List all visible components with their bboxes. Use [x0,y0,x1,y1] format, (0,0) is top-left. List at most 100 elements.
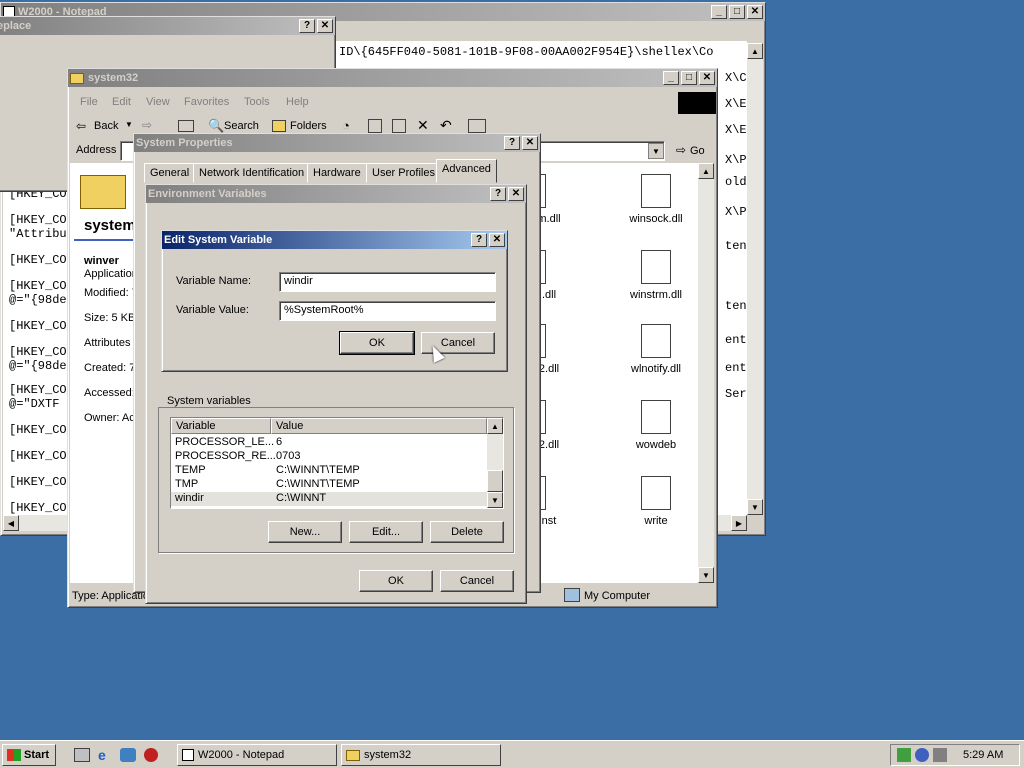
variable-name-field[interactable]: windir [279,272,496,292]
folders-button[interactable]: Folders [290,120,327,132]
minimize-button[interactable]: _ [663,71,679,85]
file-list-vscrollbar[interactable] [698,163,714,583]
notepad-line: "Attribu [9,227,67,241]
table-row[interactable]: PROCESSOR_RE... 0703 [171,450,487,464]
help-button[interactable]: ? [504,136,520,150]
explorer-title: system32 [88,72,139,84]
history-icon[interactable]: ◔ [342,118,350,133]
menu-item-favorites[interactable]: Favorites [184,96,229,108]
menu-item-tools[interactable]: Tools [244,96,270,108]
scroll-up-arrow[interactable]: ▲ [487,418,503,434]
environment-variables-titlebar[interactable]: Environment Variables ? ✕ [146,185,526,203]
notepad-vscrollbar[interactable] [747,43,763,515]
tab-network-identification[interactable]: Network Identification [193,163,311,183]
scroll-right-arrow[interactable]: ▶ [731,515,747,531]
scroll-down-arrow[interactable]: ▼ [487,492,503,508]
search-button[interactable]: Search [224,120,259,132]
new-variable-button[interactable]: New... [268,521,342,543]
edit-system-variable-dialog[interactable]: Edit System Variable ? ✕ Variable Name: … [161,230,508,372]
table-row[interactable]: PROCESSOR_LE... 6 [171,436,487,450]
undo-icon[interactable]: ↶ [440,117,452,134]
go-button[interactable]: Go [690,145,705,157]
edit-system-variable-titlebar[interactable]: Edit System Variable ? ✕ [162,231,507,249]
ok-button[interactable]: OK [339,331,415,355]
menu-item-file[interactable]: File [80,96,98,108]
quicklaunch-show-desktop-icon[interactable] [74,748,90,762]
system-variables-list[interactable]: Variable Value PROCESSOR_LE... 6 PROCESSOR… [170,417,504,509]
column-header-variable[interactable]: Variable [171,418,271,434]
tab-hardware[interactable]: Hardware [307,163,367,183]
help-button[interactable]: ? [471,233,487,247]
column-header-value[interactable]: Value [271,418,487,434]
help-button[interactable]: ? [299,19,315,33]
help-button[interactable]: ? [490,187,506,201]
notepad-line: @="{98de [9,359,67,373]
scroll-thumb[interactable] [487,470,503,492]
close-button[interactable]: ✕ [508,187,524,201]
close-button[interactable]: ✕ [747,5,763,19]
scroll-up-arrow[interactable]: ▲ [747,43,763,59]
close-button[interactable]: ✕ [489,233,505,247]
scroll-down-arrow[interactable]: ▼ [747,499,763,515]
scroll-left-arrow[interactable]: ◀ [3,515,19,531]
value-cell: C:\WINNT\TEMP [276,464,360,476]
cancel-button[interactable]: Cancel [440,570,514,592]
table-row[interactable]: windir C:\WINNT [171,492,487,506]
chevron-down-icon[interactable]: ▼ [125,120,133,129]
task-system32[interactable]: system32 [341,744,501,766]
up-folder-icon[interactable] [178,120,194,132]
system-properties-titlebar[interactable]: System Properties ? ✕ [134,134,540,152]
system-variables-label: System variables [165,395,253,407]
file-icon[interactable] [641,174,671,208]
tab-advanced[interactable]: Advanced [436,159,497,183]
scroll-down-arrow[interactable]: ▼ [698,567,714,583]
close-button[interactable]: ✕ [699,71,715,85]
maximize-button[interactable]: □ [729,5,745,19]
file-name-label[interactable]: write [611,515,701,527]
views-icon[interactable] [468,119,486,133]
file-name-label[interactable]: wlnotify.dll [611,363,701,375]
forward-arrow-icon[interactable]: ⇨ [142,118,152,132]
quicklaunch-ie-icon[interactable]: e [98,747,106,763]
file-icon[interactable] [641,476,671,510]
back-button[interactable]: Back [94,120,118,132]
clock[interactable]: 5:29 AM [963,749,1003,761]
task-notepad[interactable]: W2000 - Notepad [177,744,337,766]
file-name-label[interactable]: wowdeb [611,439,701,451]
delete-variable-button[interactable]: Delete [430,521,504,543]
network-tray-icon[interactable] [897,748,911,762]
copy-to-icon[interactable] [392,119,406,133]
table-row[interactable]: TMP C:\WINNT\TEMP [171,478,487,492]
file-icon[interactable] [641,324,671,358]
display-tray-icon[interactable] [933,748,947,762]
start-button[interactable]: Start [2,744,56,766]
file-name-label[interactable]: winstrm.dll [611,289,701,301]
scroll-up-arrow[interactable]: ▲ [698,163,714,179]
maximize-button[interactable]: □ [681,71,697,85]
file-icon[interactable] [641,400,671,434]
menu-item-view[interactable]: View [146,96,170,108]
variable-value-field[interactable]: %SystemRoot% [279,301,496,321]
minimize-button[interactable]: _ [711,5,727,19]
edit-variable-button[interactable]: Edit... [349,521,423,543]
tab-general[interactable]: General [144,163,196,183]
close-button[interactable]: ✕ [522,136,538,150]
file-name-label[interactable]: winsock.dll [611,213,701,225]
menu-item-help[interactable]: Help [286,96,309,108]
volume-tray-icon[interactable] [915,748,929,762]
ok-button[interactable]: OK [359,570,433,592]
address-dropdown-button[interactable]: ▼ [648,143,664,159]
notepad-line: ID\{645FF040-5081-101B-9F08-00AA002F954E… [339,45,714,59]
table-row[interactable]: TEMP C:\WINNT\TEMP [171,464,487,478]
tab-user-profiles[interactable]: User Profiles [366,163,441,183]
quicklaunch-media-icon[interactable] [144,748,158,762]
replace-titlebar[interactable]: eplace ? ✕ [0,17,335,35]
folder-icon [70,72,84,84]
file-icon[interactable] [641,250,671,284]
quicklaunch-outlook-icon[interactable] [120,748,136,762]
close-button[interactable]: ✕ [317,19,333,33]
delete-icon[interactable]: ✕ [417,117,429,134]
explorer-titlebar[interactable]: system32 _ □ ✕ [68,69,717,87]
move-to-icon[interactable] [368,119,382,133]
menu-item-edit[interactable]: Edit [112,96,131,108]
